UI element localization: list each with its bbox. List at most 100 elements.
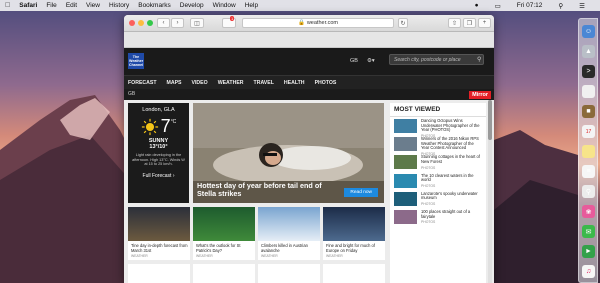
thumbnail-cottage bbox=[394, 155, 417, 170]
menu-file[interactable]: File bbox=[46, 2, 56, 9]
address-bar[interactable]: 🔒 weather.com bbox=[242, 18, 394, 28]
menu-history[interactable]: History bbox=[109, 2, 129, 9]
read-now-button[interactable]: Read now bbox=[344, 188, 378, 197]
hero-story[interactable]: Hottest day of year before tail end of S… bbox=[193, 103, 384, 203]
close-window-button[interactable] bbox=[129, 20, 135, 26]
nav-maps[interactable]: MAPS bbox=[167, 80, 182, 86]
story-card[interactable]: What's the outlook for St Patrick's Day?… bbox=[193, 207, 255, 260]
notes-icon[interactable] bbox=[582, 145, 595, 158]
list-item-source: PHOTOS bbox=[421, 183, 436, 188]
nav-health[interactable]: HEALTH bbox=[284, 80, 305, 86]
unit-selector[interactable]: GB bbox=[350, 58, 358, 64]
back-button[interactable]: ‹ bbox=[157, 18, 170, 28]
terminal-icon[interactable]: > bbox=[582, 65, 595, 78]
card-source: WEATHER bbox=[261, 254, 278, 259]
maps-icon[interactable]: ⚲ bbox=[582, 185, 595, 198]
page-scrollbar[interactable] bbox=[488, 100, 492, 283]
story-cards: Tine day in-depth forecast from March 31… bbox=[128, 207, 385, 283]
temp-unit: °C bbox=[170, 119, 177, 125]
nav-travel[interactable]: TRAVEL bbox=[254, 80, 274, 86]
card-title: Tine day in-depth forecast from March 31… bbox=[131, 243, 188, 253]
nav-weather[interactable]: WEATHER bbox=[218, 80, 244, 86]
extension-icon[interactable]: 1 bbox=[222, 16, 236, 28]
list-item-source: PHOTOS bbox=[421, 165, 436, 170]
card-title: Fine and bright for much of Europe on Fr… bbox=[326, 243, 375, 253]
weather-location: London, GLA bbox=[142, 107, 175, 113]
browser-toolbar: ‹ › ◫ 1 🔒 weather.com ↻ ⇧ ❐ + bbox=[124, 15, 494, 32]
nav-forecast[interactable]: FORECAST bbox=[128, 80, 157, 86]
list-item-title: Dancing Octopus Wins Underwater Photogra… bbox=[421, 118, 480, 133]
thumbnail-octopus bbox=[394, 119, 417, 133]
hero-caption[interactable]: Hottest day of year before tail end of S… bbox=[197, 182, 327, 198]
list-item[interactable]: The 10 clearest waters in the world PHOTO… bbox=[393, 172, 483, 190]
list-item-title: Lanzarote's spooky underwater museum bbox=[421, 190, 478, 201]
scrollbar-thumb[interactable] bbox=[488, 100, 492, 140]
full-forecast-link[interactable]: Full Forecast › bbox=[128, 173, 189, 179]
story-card[interactable] bbox=[193, 264, 255, 283]
weather-channel-logo[interactable]: The Weather Channel bbox=[128, 53, 144, 69]
zoom-window-button[interactable] bbox=[147, 20, 153, 26]
menu-view[interactable]: View bbox=[86, 2, 100, 9]
share-icon[interactable]: ⇧ bbox=[448, 18, 461, 28]
finder-icon[interactable]: ☺ bbox=[582, 25, 595, 38]
list-item[interactable]: Winners of the 2016 Nikon RPS Weather Ph… bbox=[393, 135, 483, 156]
contacts-icon[interactable]: ■ bbox=[582, 105, 595, 118]
gear-icon[interactable]: ⚙▾ bbox=[367, 58, 375, 64]
menu-bookmarks[interactable]: Bookmarks bbox=[138, 2, 171, 9]
facetime-icon[interactable]: ► bbox=[582, 245, 595, 258]
story-card[interactable]: Fine and bright for much of Europe on Fr… bbox=[323, 207, 385, 260]
story-card[interactable] bbox=[258, 264, 320, 283]
spotlight-icon[interactable]: ⚲ bbox=[558, 2, 563, 10]
search-icon[interactable]: ⚲ bbox=[477, 56, 481, 63]
story-card[interactable]: Tine day in-depth forecast from March 31… bbox=[128, 207, 190, 260]
story-card[interactable] bbox=[323, 264, 385, 283]
menu-list-icon[interactable]: ☰ bbox=[579, 2, 585, 10]
weather-card[interactable]: London, GLA 7 °C SUNNY 13°/10° Light rai… bbox=[128, 103, 189, 203]
new-tab-icon[interactable]: + bbox=[478, 18, 491, 28]
preview-icon[interactable] bbox=[582, 85, 595, 98]
search-input[interactable]: Search city, postcode or place bbox=[389, 54, 484, 65]
menubar-clock[interactable]: Fri 07:12 bbox=[517, 2, 543, 9]
wifi-icon[interactable]: ● bbox=[475, 2, 479, 9]
list-item-title: Winners of the 2016 Nikon RPS Weather Ph… bbox=[421, 136, 479, 151]
calendar-icon[interactable]: 17 bbox=[582, 125, 595, 138]
battery-icon[interactable]: ▭ bbox=[495, 2, 501, 10]
weather-summary: Light rain developing in the afternoon. … bbox=[132, 153, 185, 166]
minimize-window-button[interactable] bbox=[138, 20, 144, 26]
list-item[interactable]: Dancing Octopus Wins Underwater Photogra… bbox=[393, 117, 483, 138]
favorites-bar bbox=[124, 32, 494, 48]
tabs-overview-icon[interactable]: ❐ bbox=[463, 18, 476, 28]
region-row: GB Mirror bbox=[124, 89, 494, 100]
weather-site: The Weather Channel GB ⚙▾ Search city, p… bbox=[124, 48, 494, 283]
nav-photos[interactable]: PHOTOS bbox=[315, 80, 337, 86]
story-card[interactable]: Climbers killed in Austrian avalanche WEA… bbox=[258, 207, 320, 260]
mirror-logo[interactable]: Mirror bbox=[469, 91, 491, 99]
sidebar-icon[interactable]: ◫ bbox=[190, 18, 204, 28]
itunes-icon[interactable]: ♫ bbox=[582, 265, 595, 278]
card-photo bbox=[128, 207, 190, 241]
menu-app-name[interactable]: Safari bbox=[19, 2, 37, 9]
messages-icon[interactable]: ✉ bbox=[582, 225, 595, 238]
menu-help[interactable]: Help bbox=[245, 2, 258, 9]
main-content: London, GLA 7 °C SUNNY 13°/10° Light rai… bbox=[124, 100, 494, 283]
reload-icon[interactable]: ↻ bbox=[398, 18, 408, 28]
thumbnail-underwater-museum bbox=[394, 191, 417, 206]
nav-video[interactable]: VIDEO bbox=[192, 80, 208, 86]
menu-develop[interactable]: Develop bbox=[180, 2, 204, 9]
reminders-icon[interactable]: ≡ bbox=[582, 165, 595, 178]
launchpad-icon[interactable]: ▲ bbox=[582, 45, 595, 58]
apple-icon[interactable]:  bbox=[5, 2, 10, 9]
menu-window[interactable]: Window bbox=[213, 2, 236, 9]
photos-icon[interactable]: ❀ bbox=[582, 205, 595, 218]
list-item[interactable]: Stunning cottages in the heart of New Fo… bbox=[393, 153, 483, 171]
dock: ☺ ▲ > ■ 17 ≡ ⚲ ❀ ✉ ► ♫ bbox=[578, 18, 598, 283]
card-title: Climbers killed in Austrian avalanche bbox=[261, 243, 308, 253]
forward-button[interactable]: › bbox=[171, 18, 184, 28]
region-label[interactable]: GB bbox=[128, 91, 135, 97]
story-card[interactable] bbox=[128, 264, 190, 283]
thumbnail-clear-water bbox=[394, 173, 417, 188]
list-item[interactable]: Lanzarote's spooky underwater museum PHOT… bbox=[393, 190, 483, 208]
menu-edit[interactable]: Edit bbox=[66, 2, 77, 9]
address-text: weather.com bbox=[306, 20, 339, 26]
list-item[interactable]: 100 places straight out of a fairytale PH… bbox=[393, 208, 483, 226]
